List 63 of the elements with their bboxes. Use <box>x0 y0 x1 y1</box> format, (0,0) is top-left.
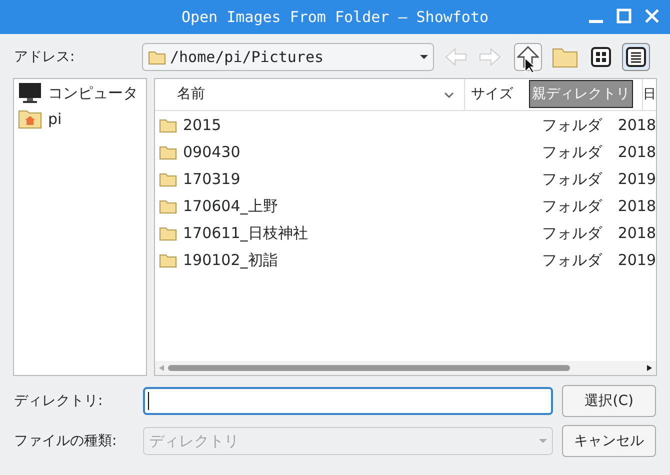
maximize-icon[interactable] <box>616 8 632 24</box>
folder-icon <box>159 253 177 268</box>
mouse-cursor-icon <box>524 57 535 74</box>
directory-input[interactable] <box>142 387 554 415</box>
folder-icon <box>159 172 177 187</box>
file-name: 090430 <box>183 142 240 164</box>
scrollbar-thumb[interactable] <box>168 365 570 371</box>
file-date: 2018 <box>618 115 656 136</box>
folder-icon <box>159 226 177 241</box>
file-type-label: ファイルの種類: <box>14 432 118 450</box>
file-type: フォルダ <box>542 196 604 218</box>
sort-chevron-icon <box>444 92 454 98</box>
file-name: 190102_初詣 <box>183 250 278 272</box>
file-type: フォルダ <box>542 223 604 244</box>
file-type: フォルダ <box>542 169 604 190</box>
address-combo[interactable]: /home/pi/Pictures <box>142 43 434 71</box>
file-name: 170604_上野 <box>183 196 278 218</box>
list-icon <box>626 47 646 67</box>
file-row[interactable]: 090430 フォルダ 2018 <box>155 139 656 166</box>
file-date: 2019 <box>618 169 656 190</box>
file-type-combo: ディレクトリ <box>142 427 554 455</box>
file-row[interactable]: 170611_日枝神社 フォルダ 2018 <box>155 220 656 247</box>
column-header[interactable]: 日 <box>642 79 656 110</box>
file-name: 170611_日枝神社 <box>183 223 308 244</box>
scroll-left-icon[interactable] <box>159 365 164 371</box>
icon-view-button[interactable] <box>588 44 614 70</box>
file-type: フォルダ <box>542 115 604 136</box>
window-title: Open Images From Folder — Showfoto <box>181 6 489 28</box>
new-folder-icon[interactable] <box>552 46 578 68</box>
horizontal-scrollbar[interactable] <box>155 361 656 375</box>
monitor-icon <box>18 82 42 104</box>
address-label: アドレス: <box>14 48 76 66</box>
dropdown-arrow-icon <box>539 439 548 443</box>
file-type: フォルダ <box>542 250 604 272</box>
dropdown-arrow-icon <box>420 55 428 59</box>
places-item[interactable]: pi <box>14 106 146 132</box>
folder-icon <box>159 199 177 214</box>
select-button[interactable]: 選択(C) <box>562 385 656 417</box>
file-date: 2018 <box>618 196 656 218</box>
file-date: 2018 <box>618 142 656 164</box>
folder-icon <box>159 118 177 133</box>
grid-icon <box>591 47 611 67</box>
file-row[interactable]: 170319 フォルダ 2019 <box>155 166 656 193</box>
file-name: 170319 <box>183 169 240 190</box>
close-icon[interactable] <box>644 8 660 24</box>
cancel-button[interactable]: キャンセル <box>562 425 656 457</box>
file-date: 2019 <box>618 250 656 272</box>
home-folder-icon <box>18 109 42 129</box>
file-row[interactable]: 190102_初詣 フォルダ 2019 <box>155 247 656 274</box>
folder-icon <box>148 50 166 64</box>
places-item[interactable]: コンピュータ <box>14 80 146 106</box>
scroll-right-icon[interactable] <box>647 365 652 371</box>
folder-icon <box>159 145 177 160</box>
file-name: 2015 <box>183 115 222 136</box>
detail-view-button[interactable] <box>622 43 650 71</box>
file-type: フォルダ <box>542 142 604 164</box>
file-row[interactable]: 170604_上野 フォルダ 2018 <box>155 193 656 220</box>
address-value: /home/pi/Pictures <box>170 46 325 68</box>
file-row[interactable]: 2015 フォルダ 2018 <box>155 112 656 139</box>
tooltip: 親ディレクトリ <box>529 80 633 108</box>
directory-label: ディレクトリ: <box>14 392 104 410</box>
file-date: 2018 <box>618 223 656 244</box>
column-header[interactable]: 名前 <box>155 79 465 110</box>
